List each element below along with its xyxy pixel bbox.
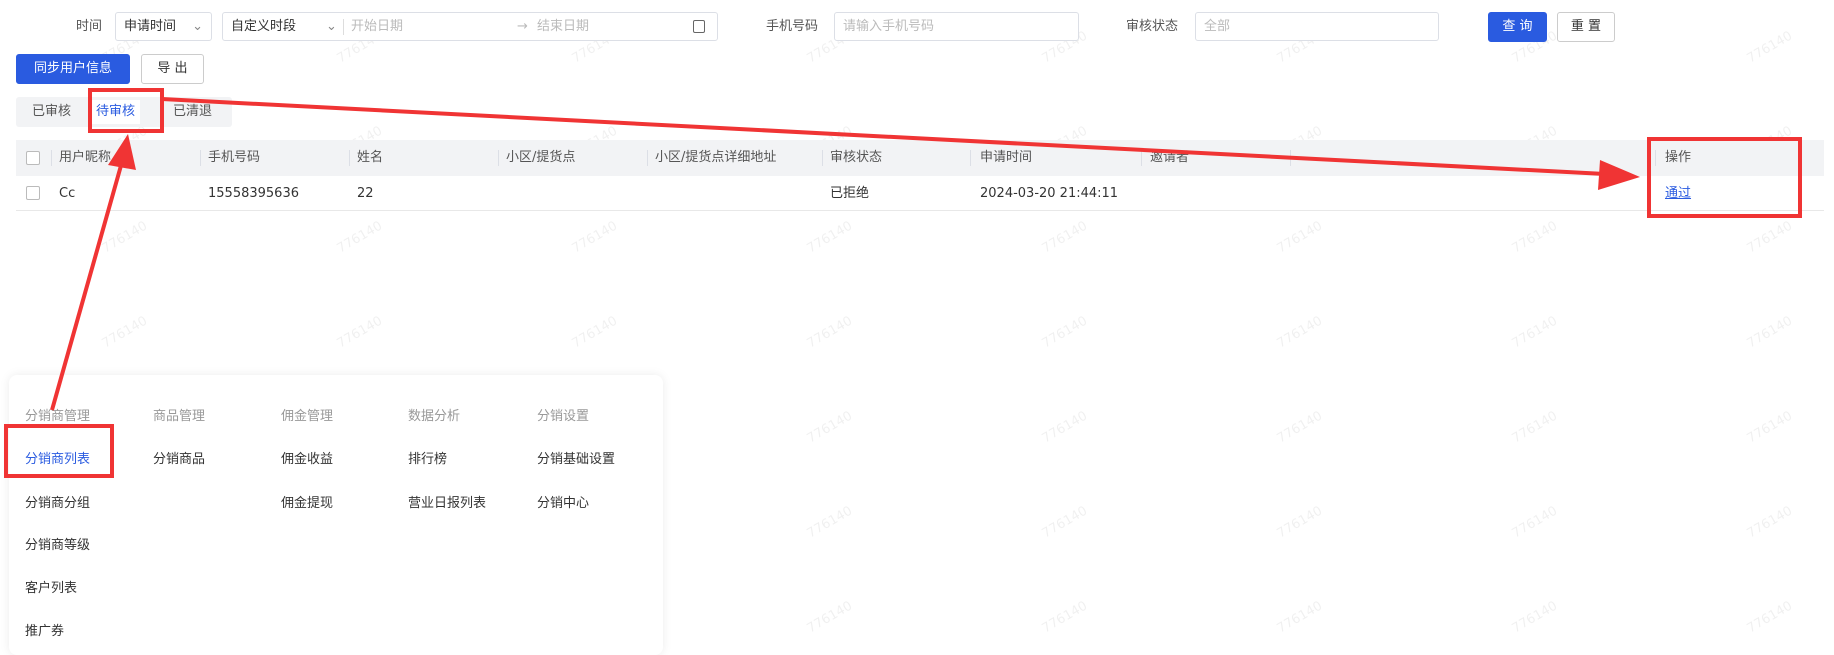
arrow-to-action-line [161, 97, 1606, 176]
arrow-to-action-head [1598, 160, 1640, 190]
arrow-to-tab-line [50, 161, 124, 411]
arrow-to-tab-head [108, 134, 136, 170]
annotation-arrows [50, 97, 1640, 411]
